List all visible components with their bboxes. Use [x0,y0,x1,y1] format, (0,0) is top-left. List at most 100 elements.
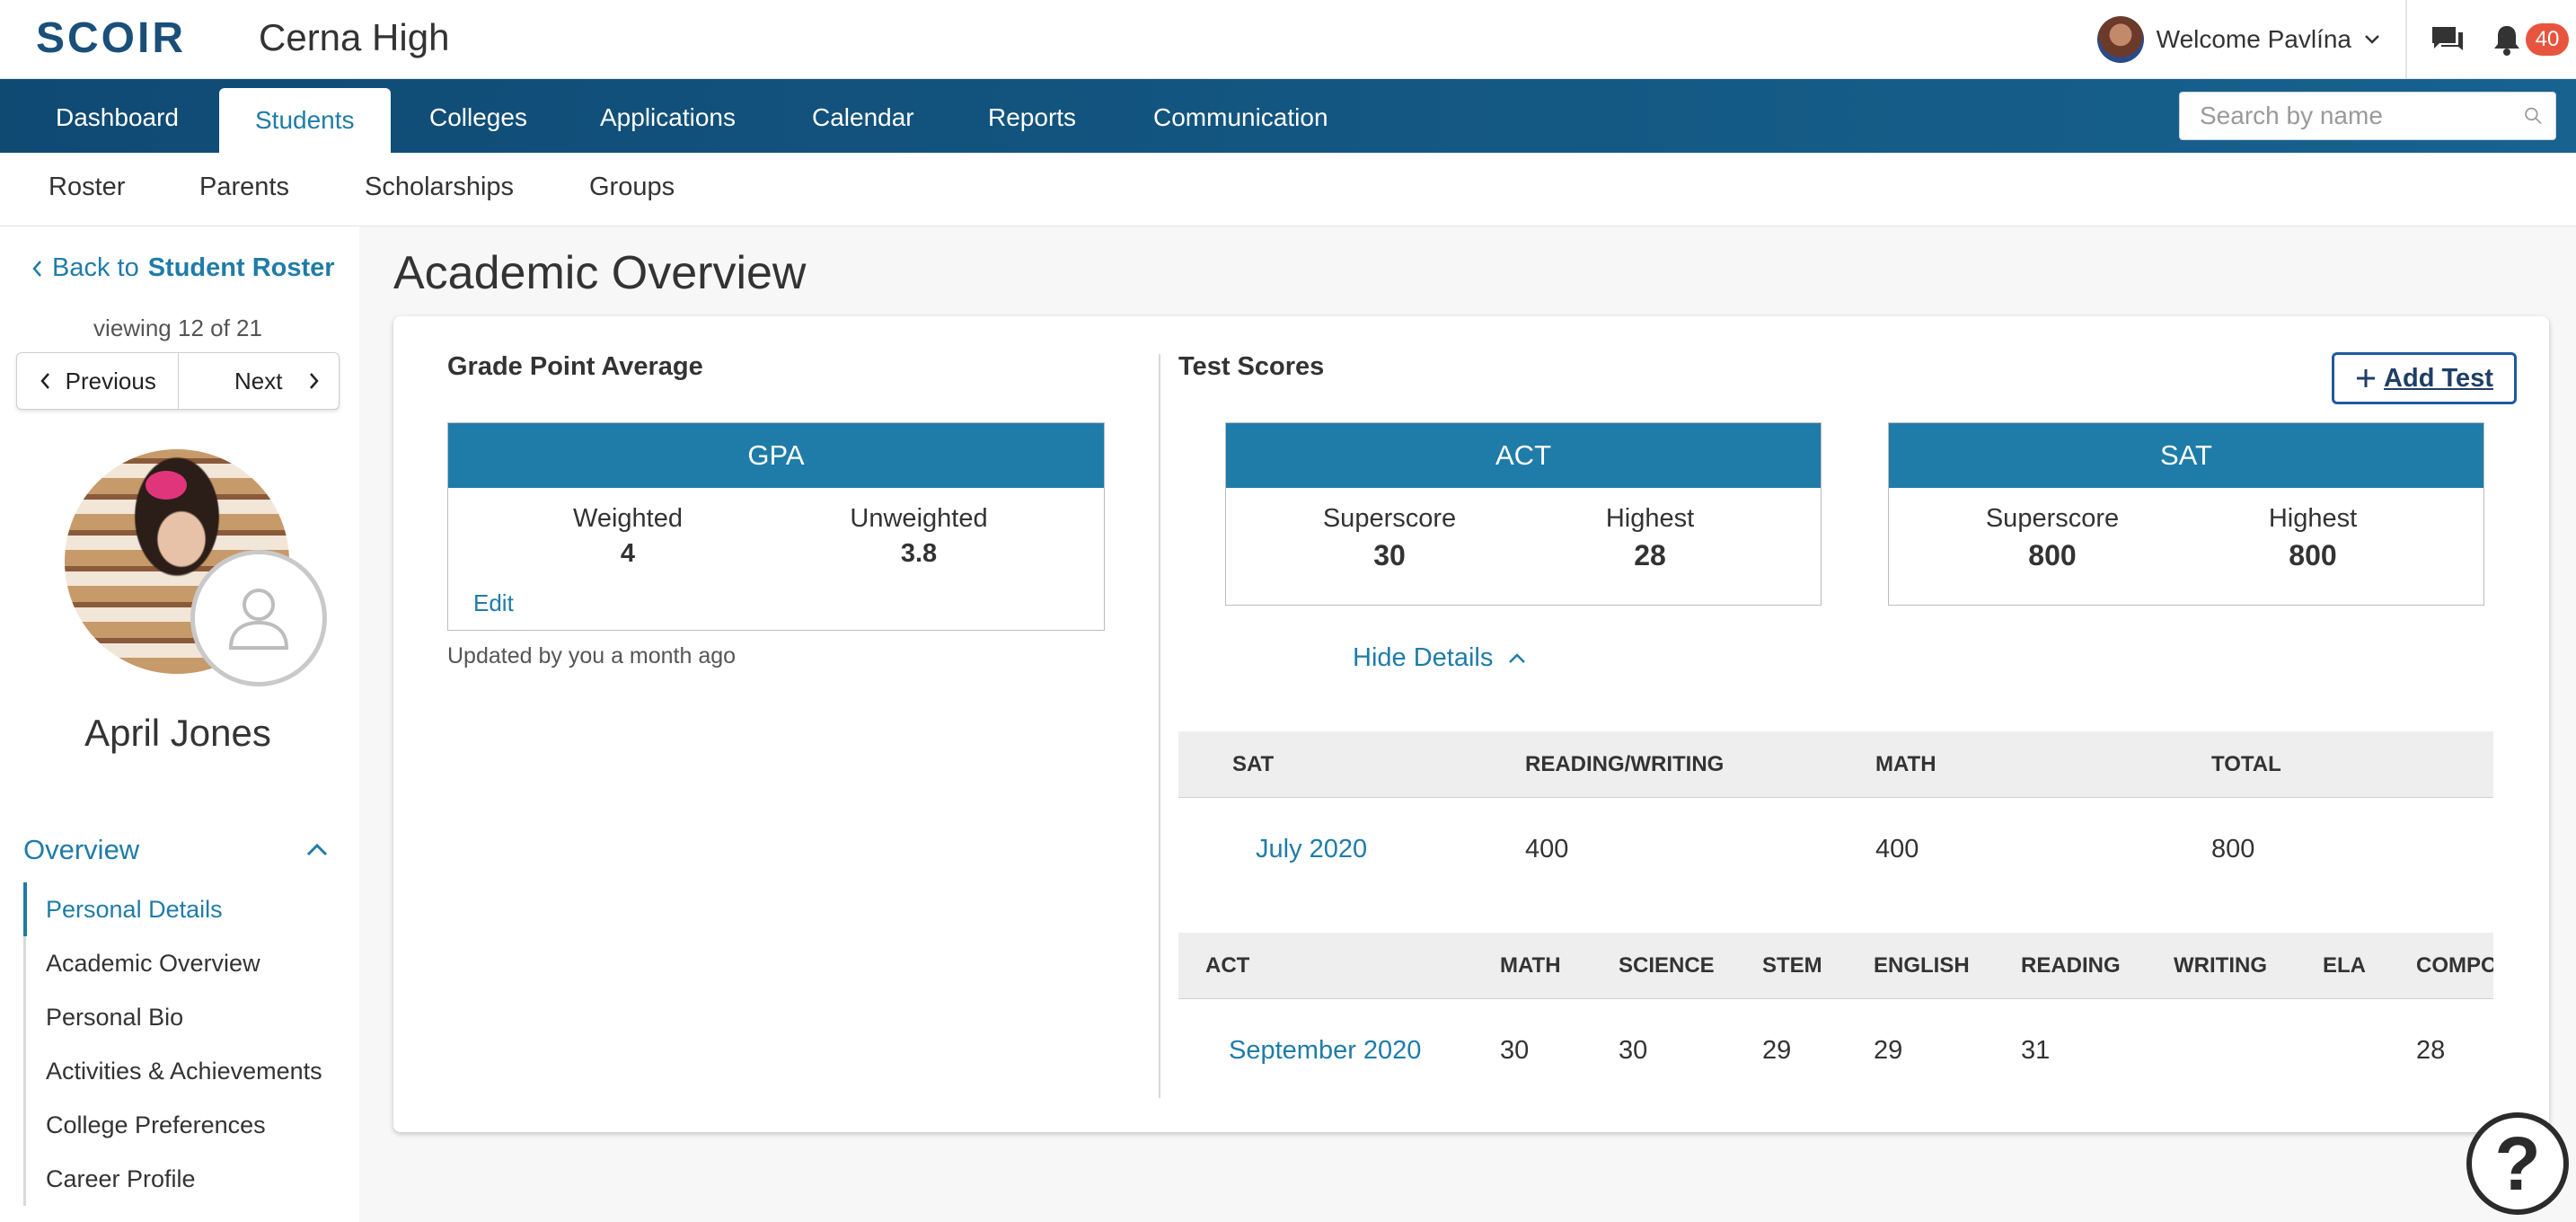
back-to-roster-link[interactable]: Back to Student Roster [31,253,335,283]
act-superscore-label: Superscore [1322,504,1457,533]
tab-colleges[interactable]: Colleges [429,79,527,153]
chevron-up-icon [1509,652,1526,663]
act-superscore: Superscore 30 [1273,504,1506,572]
act-col-english: ENGLISH [1874,953,1970,978]
weighted-label: Weighted [573,504,683,533]
messages-icon[interactable] [2430,25,2465,54]
act-row-composite: 28 [2416,1036,2446,1065]
plus-icon [2357,369,2376,387]
act-col-ela: ELA [2323,953,2366,978]
search-icon[interactable] [2524,102,2543,129]
hide-details-toggle[interactable]: Hide Details [1353,643,1527,673]
gpa-unweighted: Unweighted 3.8 [802,504,1036,569]
add-test-label: Add Test [2384,363,2493,393]
act-row-reading: 31 [2021,1036,2051,1065]
sat-summary-box: SAT Superscore 800 Highest 800 [1888,422,2484,606]
menu-college-preferences[interactable]: College Preferences [26,1098,347,1152]
act-table-header: ACT MATH SCIENCE STEM ENGLISH READING WR… [1178,933,2493,999]
search-input[interactable] [2180,93,2524,138]
gpa-edit-link[interactable]: Edit [473,589,514,617]
sat-col-sat: SAT [1232,752,1275,776]
upload-photo-badge[interactable] [190,550,327,686]
act-row-math: 30 [1500,1036,1530,1065]
back-target: Student Roster [147,253,335,282]
menu-academic-overview[interactable]: Academic Overview [26,936,347,990]
menu-activities-achievements[interactable]: Activities & Achievements [26,1044,347,1098]
menu-personal-bio[interactable]: Personal Bio [26,990,347,1044]
previous-label: Previous [65,367,156,394]
subnav-scholarships[interactable]: Scholarships [365,153,514,221]
weighted-value: 4 [620,539,636,568]
next-label: Next [234,367,283,394]
student-photo-group [65,449,334,701]
tab-communication[interactable]: Communication [1153,79,1328,153]
act-col-reading: READING [2021,953,2121,978]
chevron-left-icon [40,373,49,389]
viewing-count: viewing 12 of 21 [93,314,262,341]
menu-career-profile[interactable]: Career Profile [26,1152,347,1206]
chevron-down-icon [2365,35,2379,44]
tab-students[interactable]: Students [219,88,391,153]
act-highest-value: 28 [1634,539,1666,571]
act-box-title: ACT [1226,423,1821,488]
sat-row-math: 400 [1875,835,1919,863]
act-col-act: ACT [1205,953,1250,978]
sat-col-total: TOTAL [2211,752,2281,776]
sat-highest-label: Highest [2268,504,2358,533]
tab-dashboard[interactable]: Dashboard [56,79,179,153]
overview-toggle[interactable]: Overview [23,834,329,866]
act-row-stem: 29 [1762,1036,1792,1065]
photo-flower-detail [146,471,187,500]
act-row-date[interactable]: September 2020 [1229,1001,1421,1100]
person-icon [228,589,289,650]
scoir-logo[interactable]: SCOIR [36,13,186,63]
academic-overview-card: Grade Point Average GPA Weighted 4 Unwei… [393,316,2549,1132]
sat-row-reading-writing: 400 [1525,835,1569,863]
act-col-math: MATH [1500,953,1561,978]
gpa-box: GPA Weighted 4 Unweighted 3.8 Edit [447,422,1105,631]
tab-applications[interactable]: Applications [600,79,736,153]
subnav-roster[interactable]: Roster [49,153,125,221]
act-col-stem: STEM [1762,953,1822,978]
top-bar: SCOIR Cerna High Welcome Pavlína 40 [0,0,2576,79]
notifications-bell-icon[interactable] [2492,23,2522,56]
sub-nav: Roster Parents Scholarships Groups [0,153,2576,226]
overview-label: Overview [23,834,140,865]
section-divider [1159,354,1160,1098]
sat-superscore-value: 800 [2028,539,2077,571]
user-avatar [2096,16,2144,63]
previous-button[interactable]: Previous [17,353,178,409]
next-button[interactable]: Next [177,353,340,409]
page-title: Academic Overview [393,247,807,299]
act-col-composite: COMPO [2416,953,2493,978]
tab-reports[interactable]: Reports [988,79,1076,153]
act-highest: Highest 28 [1533,504,1767,572]
gpa-section-title: Grade Point Average [447,352,703,381]
welcome-text: Welcome Pavlína [2156,25,2351,53]
act-col-writing: WRITING [2174,953,2267,978]
notification-count-badge[interactable]: 40 [2526,23,2569,56]
test-scores-title: Test Scores [1178,352,1325,381]
help-button[interactable]: ? [2466,1112,2569,1215]
sat-highest-value: 800 [2289,539,2337,571]
sat-row-total: 800 [2211,835,2255,863]
add-test-button[interactable]: Add Test [2332,352,2517,404]
chevron-up-icon [306,843,328,856]
tab-calendar[interactable]: Calendar [812,79,914,153]
back-prefix: Back to [52,253,139,282]
chevron-right-icon [310,373,319,389]
unweighted-label: Unweighted [850,504,988,533]
subnav-groups[interactable]: Groups [589,153,675,221]
gpa-updated-text: Updated by you a month ago [447,643,737,669]
pager: Previous Next [16,352,340,410]
subnav-parents[interactable]: Parents [199,153,289,221]
user-menu[interactable]: Welcome Pavlína [2096,0,2407,79]
sat-superscore-label: Superscore [1985,504,2120,533]
act-superscore-value: 30 [1373,539,1406,571]
menu-personal-details[interactable]: Personal Details [23,882,347,936]
student-sidebar: Back to Student Roster viewing 12 of 21 … [0,226,359,1222]
sat-row-date[interactable]: July 2020 [1256,800,1367,899]
chevron-left-icon [32,260,41,277]
act-row-english: 29 [1874,1036,1903,1065]
act-summary-box: ACT Superscore 30 Highest 28 [1225,422,1822,606]
